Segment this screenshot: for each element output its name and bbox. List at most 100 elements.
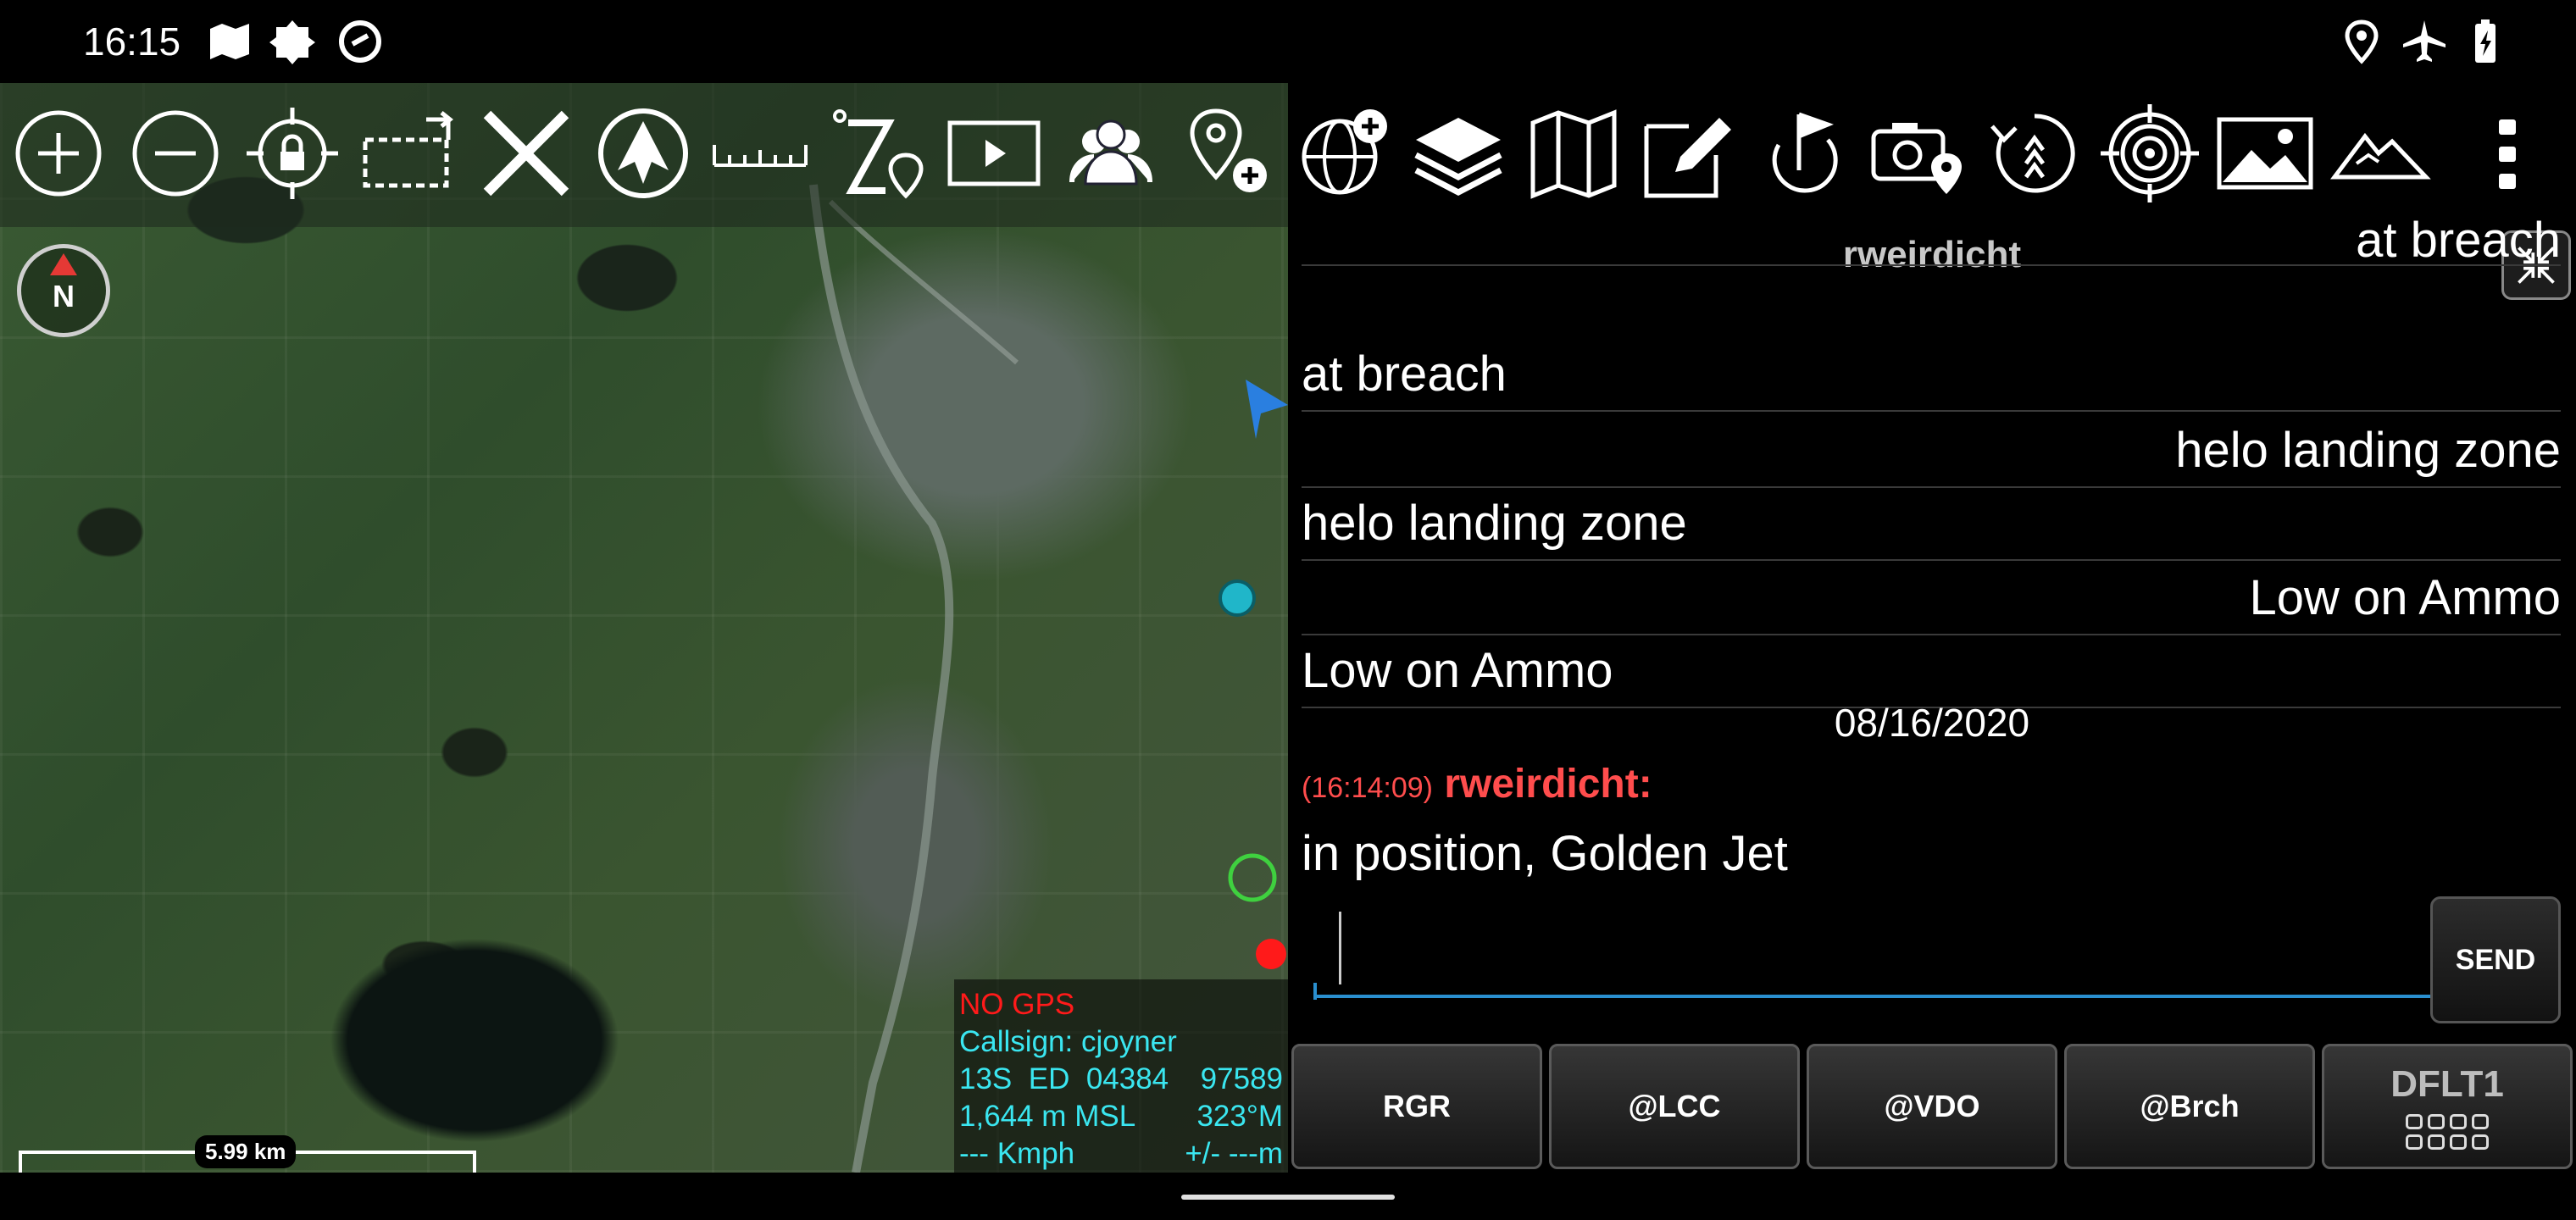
grid-zone: 13S — [959, 1062, 1013, 1095]
target-icon — [2101, 104, 2199, 202]
cancel-button[interactable] — [471, 98, 581, 208]
cancel-icon — [483, 110, 569, 197]
home-gesture-handle[interactable] — [1181, 1195, 1395, 1200]
track-marker-icon[interactable] — [1219, 580, 1256, 617]
quick-reply-vdo-button[interactable]: @VDO — [1807, 1044, 2057, 1169]
route-flag-icon — [1772, 112, 1838, 193]
speed: --- Kmph — [959, 1137, 1075, 1170]
default-preset-label: DFLT1 — [2390, 1063, 2504, 1105]
navigation-bar — [0, 1173, 2576, 1220]
quick-reply-row: RGR @LCC @VDO @Brch DFLT1 — [1288, 1044, 2576, 1171]
scale-label: 5.99 km — [195, 1135, 297, 1168]
grid-square: ED — [1028, 1062, 1070, 1095]
compass[interactable]: N — [17, 244, 110, 337]
airplane-mode-icon — [2400, 17, 2449, 66]
send-button[interactable]: SEND — [2430, 896, 2561, 1023]
altitude-heading-row: 1,644 m MSL 323°M — [959, 1098, 1283, 1135]
message-time: (16:14:09) — [1302, 772, 1433, 804]
accuracy: +/- ---m — [1185, 1137, 1283, 1170]
map-toolbar — [0, 83, 1288, 227]
message-item: helo landing zone — [1302, 486, 2561, 561]
gps-status: NO GPS — [959, 988, 1075, 1021]
message-latest: in position, Golden Jet — [1302, 826, 1788, 881]
quick-reply-lcc-button[interactable]: @LCC — [1549, 1044, 1800, 1169]
video-button[interactable] — [939, 98, 1049, 208]
panel-toolbar — [1288, 83, 2576, 227]
alert-marker-icon[interactable] — [1256, 939, 1286, 969]
overflow-menu-button[interactable] — [2452, 98, 2562, 208]
message-item: Low on Ammo — [1302, 561, 2561, 635]
date-separator: 08/16/2020 — [1834, 701, 2030, 745]
overflow-menu-icon — [2499, 119, 2516, 189]
message-input[interactable] — [1313, 905, 2449, 998]
altitude: 1,644 m MSL — [959, 1100, 1136, 1133]
add-point-icon — [1190, 108, 1267, 192]
map-icon — [1530, 109, 1617, 199]
add-globe-icon — [1302, 109, 1387, 195]
aircraft-button[interactable] — [588, 98, 698, 208]
elevation-marker-button[interactable] — [822, 98, 932, 208]
heading: 323°M — [1196, 1100, 1283, 1133]
pan-icon — [363, 111, 454, 188]
shield-notification-icon — [268, 17, 317, 66]
map-manager-button[interactable] — [1518, 98, 1629, 208]
add-globe-button[interactable] — [1288, 98, 1398, 208]
terrain-icon — [2330, 132, 2431, 180]
self-position-marker-icon[interactable] — [1246, 380, 1288, 439]
text-cursor — [1339, 912, 1341, 984]
zoom-out-button[interactable] — [120, 98, 230, 208]
camera-location-icon — [1871, 123, 1962, 194]
compass-label: N — [53, 279, 75, 313]
layers-icon — [1414, 118, 1502, 196]
bread-crumbs-icon — [1990, 114, 2075, 193]
message-meta: (16:14:09) rweirdicht: — [1302, 761, 1652, 807]
message-item: Low on Ammo — [1302, 634, 2561, 708]
status-time: 16:15 — [83, 19, 181, 64]
drawing-button[interactable] — [1634, 98, 1744, 208]
location-status-icon — [2337, 17, 2386, 66]
lock-location-button[interactable] — [237, 98, 347, 208]
callsign: Callsign: cjoyner — [959, 1025, 1177, 1058]
terrain-button[interactable] — [2325, 98, 2435, 208]
add-point-button[interactable] — [1173, 98, 1283, 208]
battery-charging-icon — [2461, 17, 2510, 66]
location-info-box[interactable]: NO GPS Callsign: cjoyner 13S ED 04384 97… — [954, 979, 1288, 1173]
zoom-in-button[interactable] — [3, 98, 114, 208]
ruler-icon — [713, 145, 808, 167]
message-item: at breach — [1302, 337, 2561, 412]
north-arrow-icon — [50, 253, 77, 275]
contacts-icon — [1069, 119, 1152, 186]
lock-location-icon — [247, 108, 338, 199]
pan-button[interactable] — [354, 98, 464, 208]
message-sender: rweirdicht: — [1444, 762, 1652, 807]
ruler-button[interactable] — [705, 98, 815, 208]
message-item: helo landing zone — [1302, 413, 2561, 488]
zoom-out-icon — [132, 110, 219, 197]
plane-icon — [598, 108, 688, 198]
northing: 97589 — [1200, 1062, 1283, 1095]
quick-reply-rgr-button[interactable]: RGR — [1291, 1044, 1542, 1169]
bread-crumbs-button[interactable] — [1979, 98, 2090, 208]
zoom-in-icon — [15, 110, 102, 197]
status-bar: 16:15 — [0, 0, 2576, 83]
layers-button[interactable] — [1403, 98, 1513, 208]
quick-reply-brch-button[interactable]: @Brch — [2064, 1044, 2315, 1169]
image-icon — [2217, 117, 2313, 190]
video-icon — [947, 120, 1041, 186]
target-button[interactable] — [2095, 98, 2205, 208]
default-preset-button[interactable]: DFLT1 — [2322, 1044, 2573, 1169]
easting: 04384 — [1085, 1062, 1169, 1095]
map-notification-icon — [205, 17, 254, 66]
message-partial: at breach — [1302, 215, 2561, 266]
preset-grid-icon — [2406, 1114, 2489, 1150]
speed-accuracy-row: --- Kmph +/- ---m — [959, 1135, 1283, 1173]
geo-photo-button[interactable] — [1864, 98, 1974, 208]
image-gallery-button[interactable] — [2210, 98, 2320, 208]
route-button[interactable] — [1749, 98, 1859, 208]
chat-panel: rweirdicht at breach at breach helo land… — [1288, 215, 2576, 1173]
contact-marker-icon[interactable] — [1228, 853, 1277, 902]
edit-icon — [1644, 118, 1731, 198]
contacts-button[interactable] — [1056, 98, 1166, 208]
elevation-marker-icon — [833, 109, 924, 199]
input-underline-edge — [1313, 983, 1317, 1000]
